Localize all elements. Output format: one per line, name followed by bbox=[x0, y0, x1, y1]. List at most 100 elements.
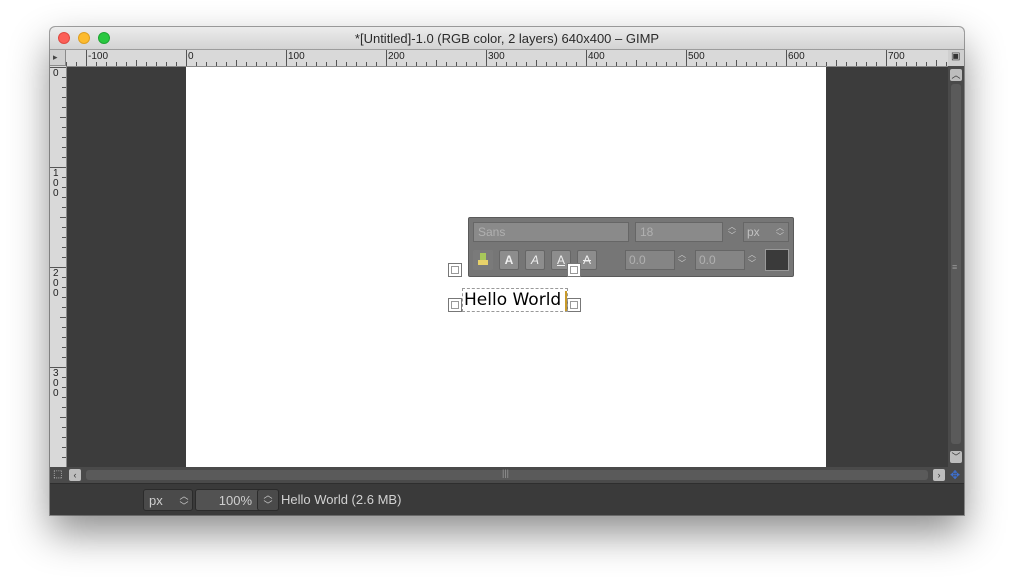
clear-style-button[interactable] bbox=[473, 250, 493, 270]
ruler-tick bbox=[746, 62, 747, 66]
kerning-spinner[interactable]: ︿ ﹀ bbox=[745, 250, 759, 270]
kerning-input[interactable]: 0.0 bbox=[695, 250, 745, 270]
ruler-tick bbox=[866, 62, 867, 66]
ruler-tick bbox=[466, 62, 467, 66]
resize-handle-bottom-left[interactable] bbox=[448, 298, 462, 312]
ruler-tick bbox=[62, 337, 66, 338]
text-color-button[interactable] bbox=[765, 249, 789, 271]
ruler-label: 500 bbox=[688, 51, 705, 62]
scroll-left-arrow-icon[interactable]: ‹ bbox=[69, 469, 81, 481]
ruler-tick bbox=[456, 62, 457, 66]
ruler-tick bbox=[946, 62, 947, 66]
ruler-tick bbox=[496, 62, 497, 66]
zoom-dropdown-button[interactable]: ︿ ﹀ bbox=[257, 489, 279, 511]
ruler-tick bbox=[60, 317, 66, 318]
ruler-tick bbox=[316, 62, 317, 66]
ruler-tick bbox=[226, 62, 227, 66]
ruler-tick bbox=[216, 62, 217, 66]
ruler-label: -100 bbox=[88, 51, 109, 62]
baseline-spinner[interactable]: ︿ ﹀ bbox=[675, 250, 689, 270]
ruler-tick bbox=[60, 217, 66, 218]
ruler-tick bbox=[696, 62, 697, 66]
ruler-tick bbox=[60, 117, 66, 118]
ruler-label: 100 bbox=[288, 51, 305, 62]
resize-handle-top-left[interactable] bbox=[448, 263, 462, 277]
ruler-tick bbox=[96, 62, 97, 66]
ruler-tick bbox=[62, 427, 66, 428]
ruler-tick bbox=[62, 357, 66, 358]
ruler-tick bbox=[786, 50, 787, 66]
ruler-tick bbox=[926, 62, 927, 66]
ruler-tick bbox=[62, 387, 66, 388]
ruler-tick bbox=[146, 62, 147, 66]
font-input[interactable]: Sans bbox=[473, 222, 629, 242]
ruler-tick bbox=[416, 62, 417, 66]
ruler-tick bbox=[276, 62, 277, 66]
eraser-icon bbox=[478, 253, 488, 265]
ruler-tick bbox=[116, 62, 117, 66]
resize-handle-top-right[interactable] bbox=[567, 263, 581, 277]
ruler-tick bbox=[516, 62, 517, 66]
zoom-value: 100 bbox=[218, 493, 241, 508]
ruler-tick bbox=[186, 50, 187, 66]
unit-dropdown-icon: ︿ ﹀ bbox=[776, 223, 784, 241]
ruler-tick bbox=[536, 60, 537, 66]
window-title: *[Untitled]-1.0 (RGB color, 2 layers) 64… bbox=[354, 31, 660, 46]
scroll-right-arrow-icon[interactable]: › bbox=[933, 469, 945, 481]
ruler-tick bbox=[62, 227, 66, 228]
gimp-window: *[Untitled]-1.0 (RGB color, 2 layers) 64… bbox=[50, 27, 964, 515]
vertical-ruler[interactable]: 0 100 200 300 bbox=[50, 66, 67, 467]
ruler-tick bbox=[836, 60, 837, 66]
ruler-tick bbox=[616, 62, 617, 66]
italic-button[interactable]: A bbox=[525, 250, 545, 270]
ruler-tick bbox=[206, 62, 207, 66]
ruler-tick bbox=[62, 137, 66, 138]
ruler-tick bbox=[596, 62, 597, 66]
zoom-fit-icon: ▣ bbox=[951, 51, 961, 62]
ruler-tick bbox=[396, 62, 397, 66]
vertical-scrollbar[interactable]: ︿ ≡ ﹀ bbox=[948, 66, 964, 467]
ruler-tick bbox=[646, 62, 647, 66]
text-caret bbox=[565, 291, 567, 311]
ruler-tick bbox=[136, 60, 137, 66]
scroll-up-arrow-icon[interactable]: ︿ bbox=[950, 69, 962, 81]
zoom-fit-button[interactable]: ▣ bbox=[948, 50, 964, 66]
ruler-tick bbox=[936, 60, 937, 66]
ruler-tick bbox=[62, 107, 66, 108]
horizontal-ruler[interactable]: -100 0 100 200 300 400 500 600 700 bbox=[66, 50, 948, 67]
horizontal-scrollbar[interactable]: ‹ ||| › bbox=[66, 467, 948, 483]
ruler-tick bbox=[296, 62, 297, 66]
ruler-label: 100 bbox=[53, 168, 59, 199]
ruler-label: 0 bbox=[188, 51, 194, 62]
ruler-tick bbox=[886, 50, 887, 66]
ruler-tick bbox=[62, 397, 66, 398]
font-size-input[interactable]: 18 bbox=[635, 222, 723, 242]
ruler-tick bbox=[846, 62, 847, 66]
ruler-tick bbox=[346, 62, 347, 66]
baseline-input[interactable]: 0.0 bbox=[625, 250, 675, 270]
navigate-icon: ✥ bbox=[950, 468, 961, 482]
ruler-tick bbox=[666, 62, 667, 66]
canvas-area[interactable]: Sans 18 ︿ ﹀ px ︿ ﹀ A A A A 0.0 ︿ ﹀ 0.0 ︿ ﹀ bbox=[67, 67, 948, 467]
ruler-tick bbox=[62, 177, 66, 178]
quick-mask-button[interactable]: ⬚ bbox=[50, 467, 66, 483]
scroll-down-arrow-icon[interactable]: ﹀ bbox=[950, 451, 962, 463]
ruler-tick bbox=[776, 62, 777, 66]
quick-mask-icon: ⬚ bbox=[53, 469, 63, 480]
text-layer-box[interactable]: Hello World bbox=[462, 288, 568, 312]
bold-button[interactable]: A bbox=[499, 250, 519, 270]
navigate-button[interactable]: ✥ bbox=[948, 467, 964, 483]
ruler-tick bbox=[236, 60, 237, 66]
ruler-tick bbox=[166, 62, 167, 66]
ruler-tick bbox=[376, 62, 377, 66]
ruler-tick bbox=[876, 62, 877, 66]
unit-select[interactable]: px ︿ ﹀ bbox=[143, 489, 193, 511]
ruler-tick bbox=[636, 60, 637, 66]
font-size-spinner[interactable]: ︿ ﹀ bbox=[725, 222, 739, 242]
status-bar: px ︿ ﹀ 100% ︿ ﹀ Hello World (2.6 MB) bbox=[50, 483, 964, 515]
ruler-tick bbox=[306, 62, 307, 66]
ruler-label: 300 bbox=[488, 51, 505, 62]
image-menu-button[interactable]: ▸ bbox=[50, 50, 66, 66]
ruler-tick bbox=[62, 277, 66, 278]
resize-handle-bottom-right[interactable] bbox=[567, 298, 581, 312]
